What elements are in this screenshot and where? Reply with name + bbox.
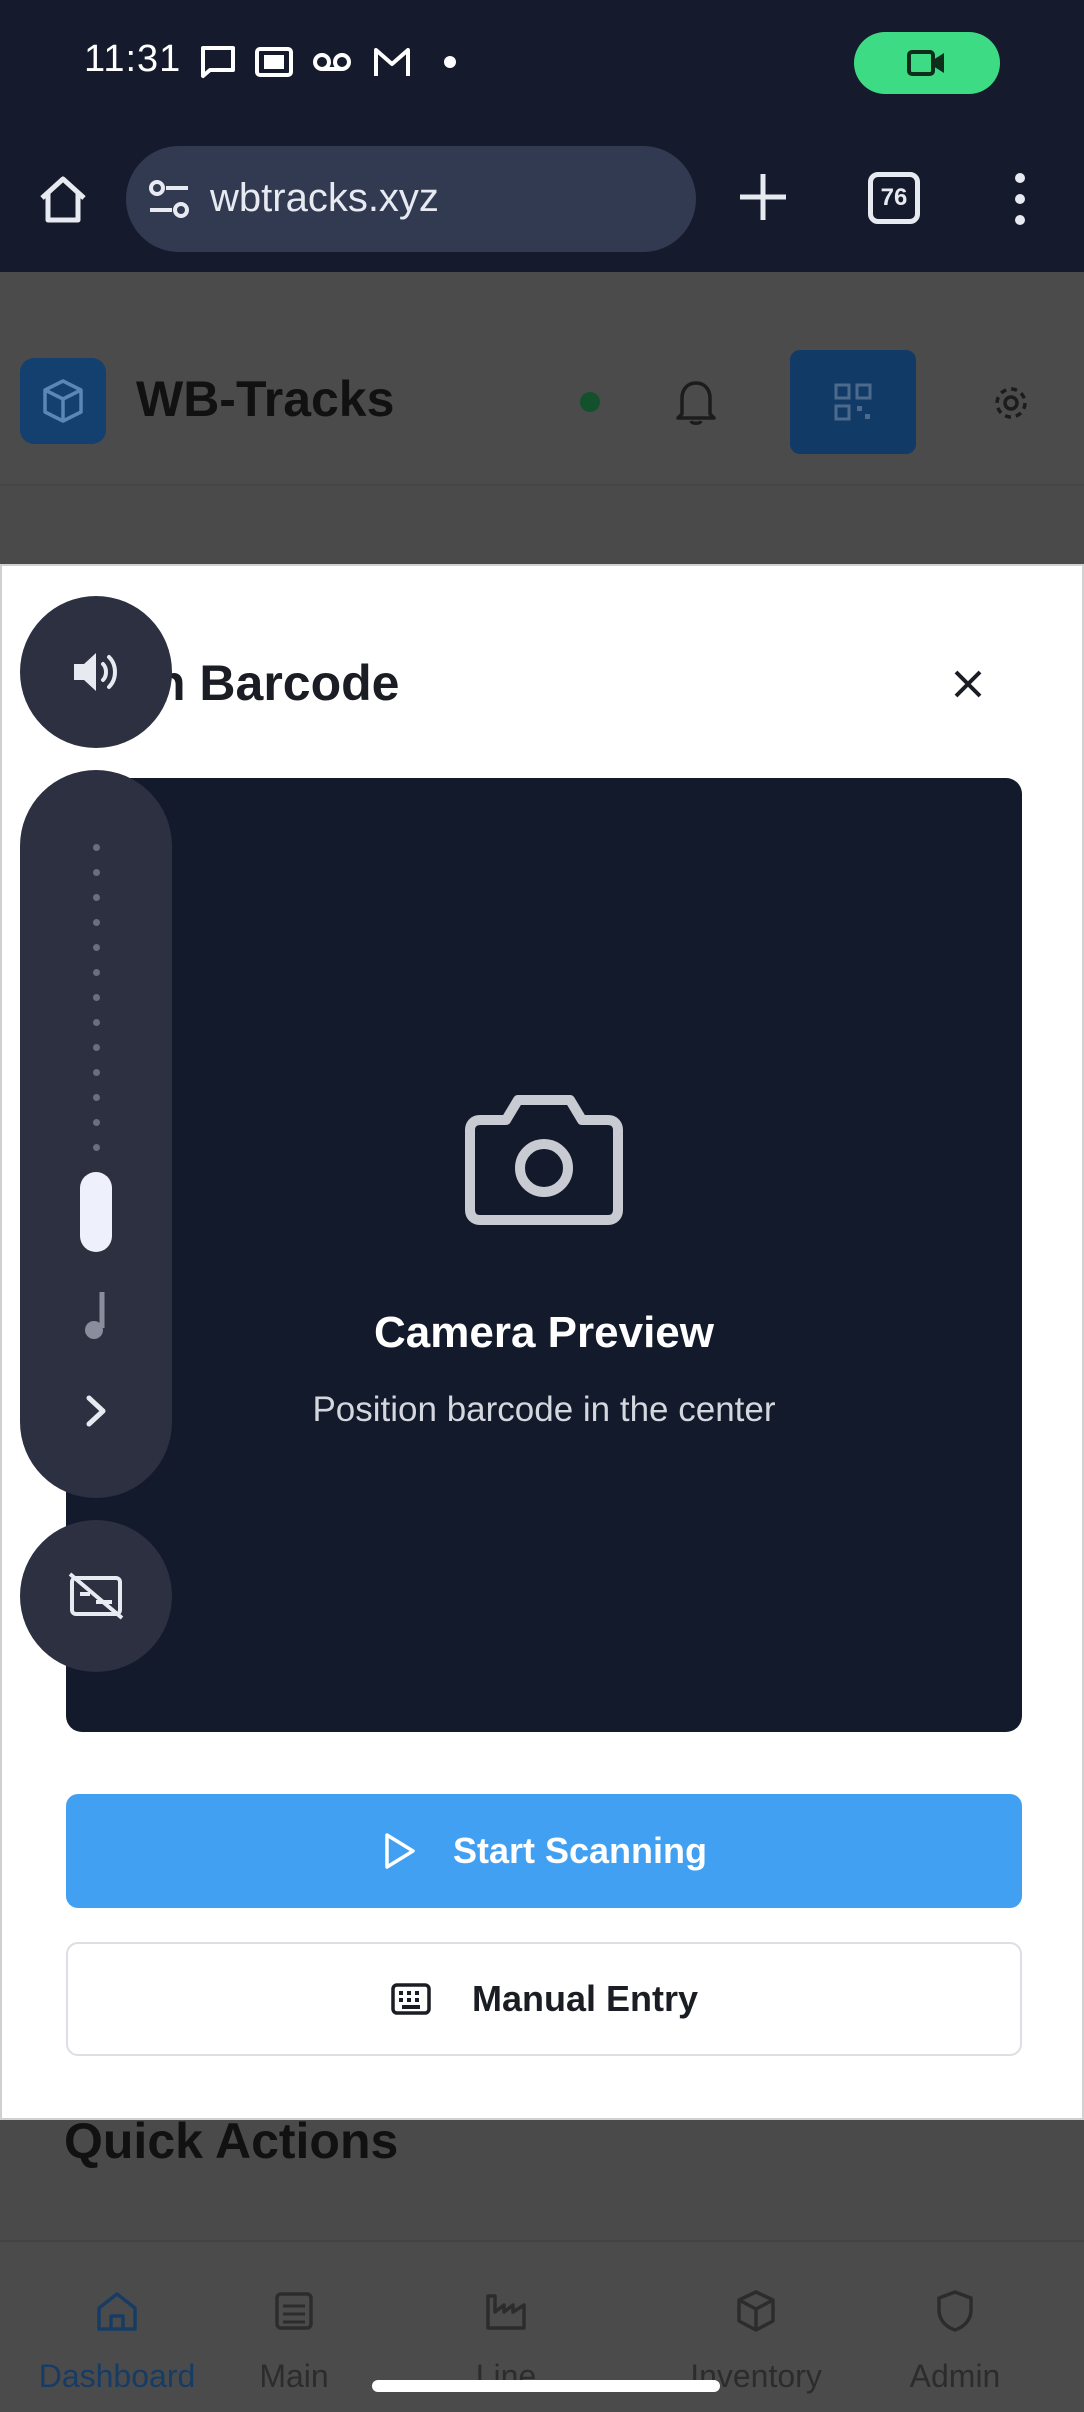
tab-count: 76 (880, 184, 908, 211)
site-settings-icon[interactable] (146, 176, 192, 222)
nav-item-dashboard[interactable]: Dashboard (28, 2242, 206, 2412)
cast-icon (255, 47, 293, 77)
nav-label: Admin (909, 2358, 1001, 2394)
app-header: WB-Tracks (0, 272, 1084, 486)
live-caption-button[interactable] (20, 1520, 172, 1672)
manual-entry-label: Manual Entry (471, 1978, 699, 2019)
volume-track (90, 844, 102, 1151)
camera-preview-title: Camera Preview (374, 1308, 714, 1357)
music-note-icon[interactable] (76, 1286, 116, 1342)
browser-toolbar: wbtracks.xyz 76 (0, 130, 1084, 272)
scan-qr-button[interactable] (790, 350, 916, 454)
message-icon (201, 46, 235, 78)
gmail-icon (374, 48, 410, 76)
package-icon (737, 2290, 775, 2332)
nav-item-admin[interactable]: Admin (888, 2242, 1022, 2412)
connection-status-indicator (580, 392, 600, 412)
home-icon (40, 176, 86, 223)
gesture-home-indicator[interactable] (372, 2380, 720, 2392)
volume-slider[interactable] (20, 770, 172, 1498)
more-menu-icon[interactable] (1000, 166, 1040, 232)
speaker-icon (74, 653, 117, 691)
nav-label: Main (259, 2358, 329, 2394)
dot-icon (444, 56, 456, 68)
play-icon (385, 1833, 415, 1869)
manual-entry-button[interactable]: Manual Entry (66, 1942, 1022, 2056)
bell-icon[interactable] (674, 376, 718, 426)
gear-icon[interactable] (990, 382, 1032, 424)
address-bar[interactable]: wbtracks.xyz (126, 146, 696, 252)
voicemail-icon (313, 53, 351, 71)
app-logo (20, 358, 106, 444)
screen-record-indicator[interactable] (854, 32, 1000, 94)
home-icon (97, 2292, 137, 2331)
warehouse-icon (275, 2292, 313, 2330)
factory-icon (486, 2294, 526, 2330)
home-button[interactable] (30, 166, 96, 232)
status-bar: 11:31 (0, 0, 1084, 130)
keyboard-icon (391, 1983, 431, 2015)
volume-speaker-button[interactable] (20, 596, 172, 748)
camera-preview: Camera Preview Position barcode in the c… (66, 778, 1022, 1732)
status-time: 11:31 (84, 38, 182, 80)
nav-item-main[interactable]: Main (222, 2242, 366, 2412)
shield-icon (937, 2290, 973, 2332)
start-scanning-button[interactable]: Start Scanning (66, 1794, 1022, 1908)
url-text[interactable]: wbtracks.xyz (210, 176, 439, 221)
close-icon[interactable] (942, 658, 994, 710)
nav-label: Dashboard (38, 2358, 196, 2394)
app-title: WB-Tracks (136, 371, 395, 427)
chevron-right-icon[interactable] (76, 1386, 116, 1436)
camera-preview-subtitle: Position barcode in the center (312, 1390, 776, 1429)
package-logo-icon (43, 379, 83, 423)
volume-thumb[interactable] (80, 1172, 112, 1252)
video-camera-icon (907, 50, 944, 76)
qr-code-icon (834, 383, 872, 421)
camera-icon (465, 1095, 623, 1225)
captions-off-icon (68, 1572, 124, 1620)
start-scanning-label: Start Scanning (452, 1830, 708, 1871)
quick-actions-heading: Quick Actions (64, 2113, 399, 2169)
new-tab-icon[interactable] (730, 164, 796, 230)
tab-switcher-button[interactable]: 76 (868, 172, 920, 224)
